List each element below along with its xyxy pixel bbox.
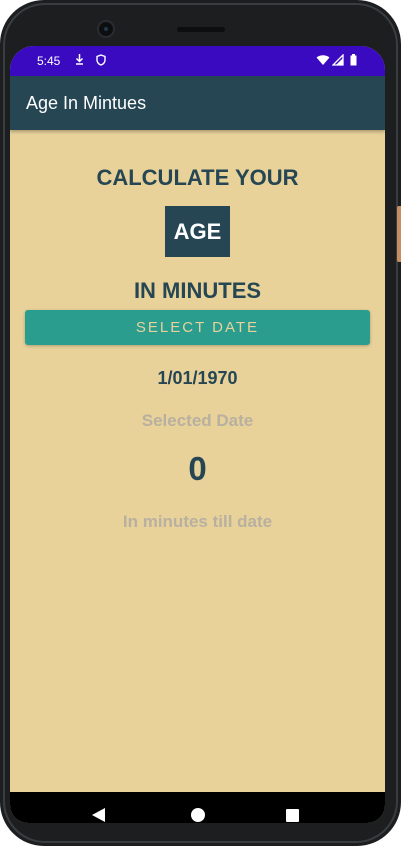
age-in-minutes-value: 0 <box>188 450 207 487</box>
select-date-button[interactable]: SELECT DATE <box>25 310 370 345</box>
navigation-bar <box>10 792 385 823</box>
power-button <box>397 206 401 262</box>
front-camera <box>97 20 115 38</box>
status-bar: 5:45 <box>10 46 385 76</box>
signal-icon <box>331 53 344 70</box>
screen: 5:45 Age In Mintues CALCULATE YOUR AGE I… <box>10 46 385 823</box>
shield-icon <box>96 54 106 70</box>
earpiece-speaker <box>177 27 225 32</box>
heading-in-minutes: IN MINUTES <box>133 278 262 303</box>
heading-calculate-your: CALCULATE YOUR <box>96 165 299 190</box>
age-badge: AGE <box>165 206 230 257</box>
back-icon[interactable] <box>92 808 105 822</box>
recents-icon[interactable] <box>286 809 299 822</box>
selected-date-value: 1/01/1970 <box>157 368 238 388</box>
home-icon[interactable] <box>191 808 205 822</box>
status-time: 5:45 <box>37 54 61 68</box>
app-bar: Age In Mintues <box>10 76 385 130</box>
battery-icon <box>350 54 357 70</box>
minutes-label: In minutes till date <box>122 512 273 531</box>
app-title: Age In Mintues <box>26 93 147 113</box>
phone-frame: 5:45 Age In Mintues CALCULATE YOUR AGE I… <box>0 0 401 846</box>
selected-date-label: Selected Date <box>141 411 254 430</box>
download-icon <box>75 54 84 70</box>
main-content: CALCULATE YOUR AGE IN MINUTES SELECT DAT… <box>10 130 385 792</box>
wifi-icon <box>316 54 330 70</box>
